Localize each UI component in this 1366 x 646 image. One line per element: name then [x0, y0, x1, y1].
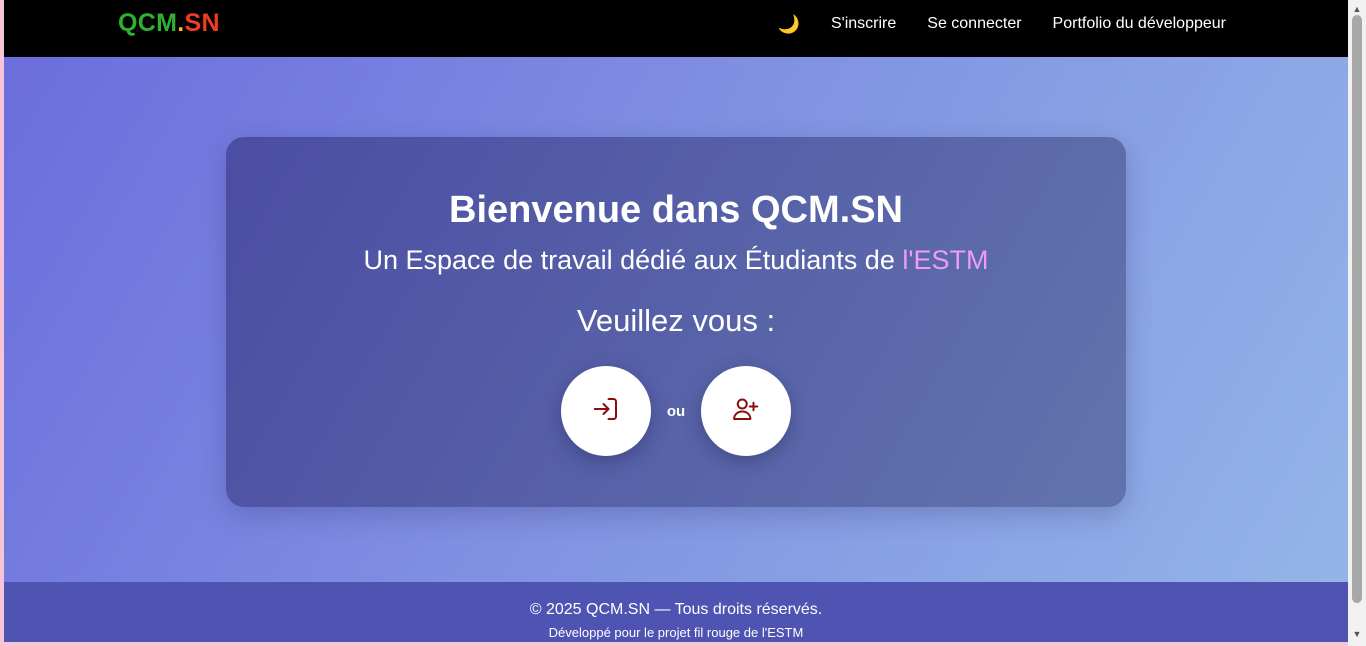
nav-link-portfolio[interactable]: Portfolio du développeur	[1053, 15, 1226, 33]
navbar: QCM.SN 🌙 S'inscrire Se connecter Portfol…	[4, 0, 1348, 57]
nav-link-register[interactable]: S'inscrire	[831, 15, 896, 33]
login-icon	[591, 394, 621, 429]
footer-copyright: © 2025 QCM.SN — Tous droits réservés.	[529, 601, 823, 618]
subtitle-accent: l'ESTM	[902, 245, 989, 275]
register-button[interactable]	[701, 366, 792, 456]
theme-toggle-moon-icon[interactable]: 🌙	[778, 14, 800, 35]
choice-prompt: Veuillez vous :	[576, 303, 776, 338]
page: QCM.SN 🌙 S'inscrire Se connecter Portfol…	[4, 0, 1348, 642]
auth-actions: ou	[226, 366, 1126, 456]
footer-developed-by: Développé pour le projet fil rouge de l'…	[548, 625, 804, 640]
welcome-card: Bienvenue dans QCM.SN Un Espace de trava…	[226, 137, 1126, 507]
vertical-scrollbar[interactable]: ▲ ▼	[1348, 0, 1366, 646]
scrollbar-thumb[interactable]	[1352, 15, 1362, 603]
footer: © 2025 QCM.SN — Tous droits réservés. Dé…	[4, 582, 1348, 642]
scroll-down-arrow-icon[interactable]: ▼	[1348, 625, 1366, 642]
user-plus-icon	[731, 394, 761, 429]
nav-link-login[interactable]: Se connecter	[927, 15, 1021, 33]
welcome-subtitle: Un Espace de travail dédié aux Étudiants…	[226, 243, 1126, 277]
brand-logo[interactable]: QCM.SN	[118, 9, 220, 38]
brand-part-sn: SN	[184, 9, 220, 37]
nav-links: 🌙 S'inscrire Se connecter Portfolio du d…	[778, 0, 1226, 48]
brand-part-qcm: QCM	[118, 9, 178, 37]
subtitle-text: Un Espace de travail dédié aux Étudiants…	[363, 245, 903, 275]
or-separator: ou	[666, 402, 686, 420]
welcome-title: Bienvenue dans QCM.SN	[449, 189, 903, 231]
login-button[interactable]	[560, 366, 651, 456]
